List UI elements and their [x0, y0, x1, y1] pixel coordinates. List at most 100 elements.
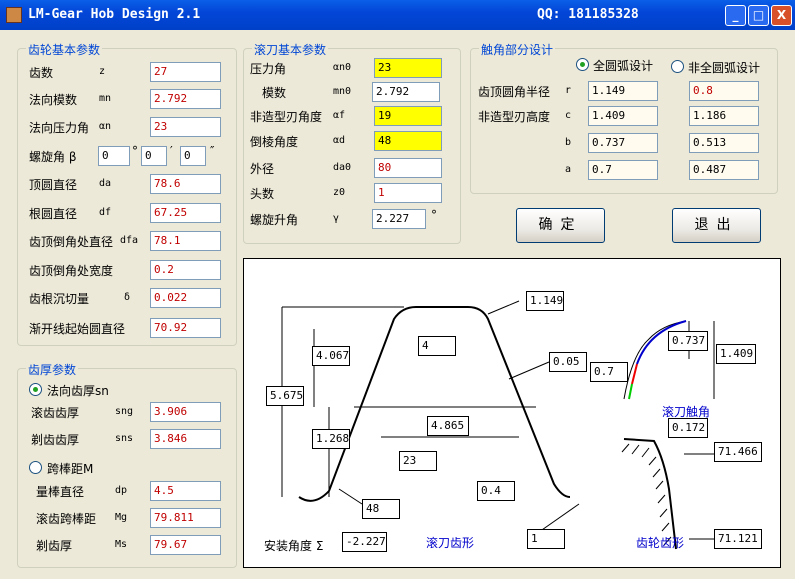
hob-param-label: 模数	[262, 86, 287, 100]
install-angle-value: -2.227	[342, 532, 387, 552]
hob-param-input[interactable]: 2.227	[372, 209, 426, 229]
gear-profile-caption: 齿轮齿形	[636, 536, 685, 550]
radio-partial-arc[interactable]	[671, 60, 684, 73]
title-bar: LM-Gear Hob Design 2.1 QQ: 181185328 _ □…	[0, 0, 795, 30]
hob-param-label: 螺旋升角	[250, 213, 299, 227]
shave-over-pins-input[interactable]: 79.67	[150, 535, 221, 555]
tip-arc-green	[628, 383, 633, 400]
gear-param-label: 螺旋角 β	[29, 150, 77, 164]
hob-param-input[interactable]: 48	[374, 131, 442, 151]
gear-param-symbol: z	[99, 66, 106, 77]
contact-partial-arc-input[interactable]: 0.487	[689, 160, 759, 180]
hob-param-input[interactable]: 2.792	[372, 82, 440, 102]
hob-thickness-sym: sng	[115, 406, 134, 417]
dim-width: 4.865	[427, 416, 469, 436]
hob-params-title: 滚刀基本参数	[252, 41, 329, 58]
gear-profile	[623, 438, 677, 550]
contact-full-arc-input[interactable]: 0.737	[588, 133, 658, 153]
hob-param-label: 头数	[250, 187, 275, 201]
shave-thickness-input[interactable]: 3.846	[150, 429, 221, 449]
gear-param-input[interactable]: 70.92	[150, 318, 221, 338]
dim-c: 1.409	[716, 344, 756, 364]
dim-tip-radius: 1.149	[526, 291, 564, 311]
gear-param-input[interactable]: 0.022	[150, 288, 221, 308]
contact-param-symbol: r	[565, 85, 572, 96]
dim-root: 1	[527, 529, 565, 549]
maximize-button[interactable]: □	[748, 5, 769, 26]
gear-param-input[interactable]: 2.792	[150, 89, 221, 109]
helix-min-input[interactable]: 0	[141, 146, 167, 166]
dim-gear-c: 0.172	[668, 418, 708, 438]
hob-param-symbol: αn0	[333, 62, 352, 73]
gear-param-input[interactable]: 23	[150, 117, 221, 137]
gear-param-input[interactable]: 27	[150, 62, 221, 82]
hob-param-label: 压力角	[250, 62, 287, 76]
gear-params-title: 齿轮基本参数	[26, 41, 103, 58]
gear-param-symbol: dfa	[120, 235, 139, 246]
gear-param-symbol: δ	[124, 292, 131, 303]
dim-d1: 71.466	[714, 442, 762, 462]
dim-pressure-angle: 23	[399, 451, 437, 471]
hob-thickness-input[interactable]: 3.906	[150, 402, 221, 422]
helix-sec-input[interactable]: 0	[180, 146, 206, 166]
shave-over-pins-label: 剃齿厚	[36, 539, 73, 553]
contact-partial-arc-input[interactable]: 0.513	[689, 133, 759, 153]
gear-param-symbol: da	[99, 178, 112, 189]
gear-param-input[interactable]: 0.2	[150, 260, 221, 280]
gear-param-symbol: αn	[99, 121, 112, 132]
close-button[interactable]: X	[771, 5, 792, 26]
dim-d2: 71.121	[714, 529, 762, 549]
hob-param-symbol: da0	[333, 162, 352, 173]
hob-param-input[interactable]: 1	[374, 183, 442, 203]
hob-param-input[interactable]: 19	[374, 106, 442, 126]
hob-param-symbol: mn0	[333, 86, 352, 97]
hob-param-symbol: z0	[333, 187, 346, 198]
tip-arc-red	[631, 363, 638, 385]
confirm-button[interactable]: 确定	[516, 208, 605, 243]
dim-a: 0.7	[590, 362, 628, 382]
helix-deg-input[interactable]: 0	[98, 146, 130, 166]
pin-diameter-input[interactable]: 4.5	[150, 481, 221, 501]
minimize-button[interactable]: _	[725, 5, 746, 26]
gear-param-input[interactable]: 78.6	[150, 174, 221, 194]
radio-over-pins-label: 跨棒距M	[47, 462, 94, 476]
gear-param-label: 齿顶倒角处宽度	[29, 264, 114, 278]
exit-button[interactable]: 退出	[672, 208, 761, 243]
window-title: LM-Gear Hob Design 2.1	[28, 7, 201, 22]
helix-sec-unit: ″	[210, 144, 215, 158]
dim-h2: 1.268	[312, 429, 350, 449]
helix-min-unit: ′	[170, 144, 173, 158]
pin-diameter-label: 量棒直径	[36, 485, 85, 499]
contact-full-arc-input[interactable]: 1.149	[588, 81, 658, 101]
pin-diameter-sym: dp	[115, 485, 128, 496]
gear-param-label: 法向模数	[29, 93, 78, 107]
contact-param-symbol: c	[565, 110, 572, 121]
dim-h1: 4.067	[312, 346, 350, 366]
hob-param-input[interactable]: 23	[374, 58, 442, 78]
radio-normal-thickness[interactable]	[29, 383, 42, 396]
contact-partial-arc-input[interactable]: 1.186	[689, 106, 759, 126]
contact-partial-arc-input[interactable]: 0.8	[689, 81, 759, 101]
dim-top-angle: 4	[418, 336, 456, 356]
radio-over-pins[interactable]	[29, 461, 42, 474]
hob-tip-caption: 滚刀触角	[662, 405, 711, 419]
radio-full-arc-label: 全圆弧设计	[593, 59, 654, 73]
hob-over-pins-input[interactable]: 79.811	[150, 508, 221, 528]
gear-param-symbol: mn	[99, 93, 112, 104]
hob-param-input[interactable]: 80	[374, 158, 442, 178]
contact-design-title: 触角部分设计	[479, 41, 556, 58]
gear-param-input[interactable]: 78.1	[150, 231, 221, 251]
shave-thickness-label: 剃齿齿厚	[31, 433, 80, 447]
app-icon	[6, 7, 22, 23]
contact-full-arc-input[interactable]: 1.409	[588, 106, 658, 126]
gear-param-input[interactable]: 67.25	[150, 203, 221, 223]
hob-profile-caption: 滚刀齿形	[426, 536, 475, 550]
qq-label: QQ: 181185328	[537, 7, 639, 22]
hob-thickness-label: 滚齿齿厚	[31, 406, 80, 420]
radio-full-arc[interactable]	[576, 58, 589, 71]
hob-param-symbol: αd	[333, 135, 346, 146]
dim-tip-width: 0.4	[477, 481, 515, 501]
contact-full-arc-input[interactable]: 0.7	[588, 160, 658, 180]
shave-over-pins-sym: Ms	[115, 539, 128, 550]
radio-partial-arc-label: 非全圆弧设计	[688, 61, 761, 75]
